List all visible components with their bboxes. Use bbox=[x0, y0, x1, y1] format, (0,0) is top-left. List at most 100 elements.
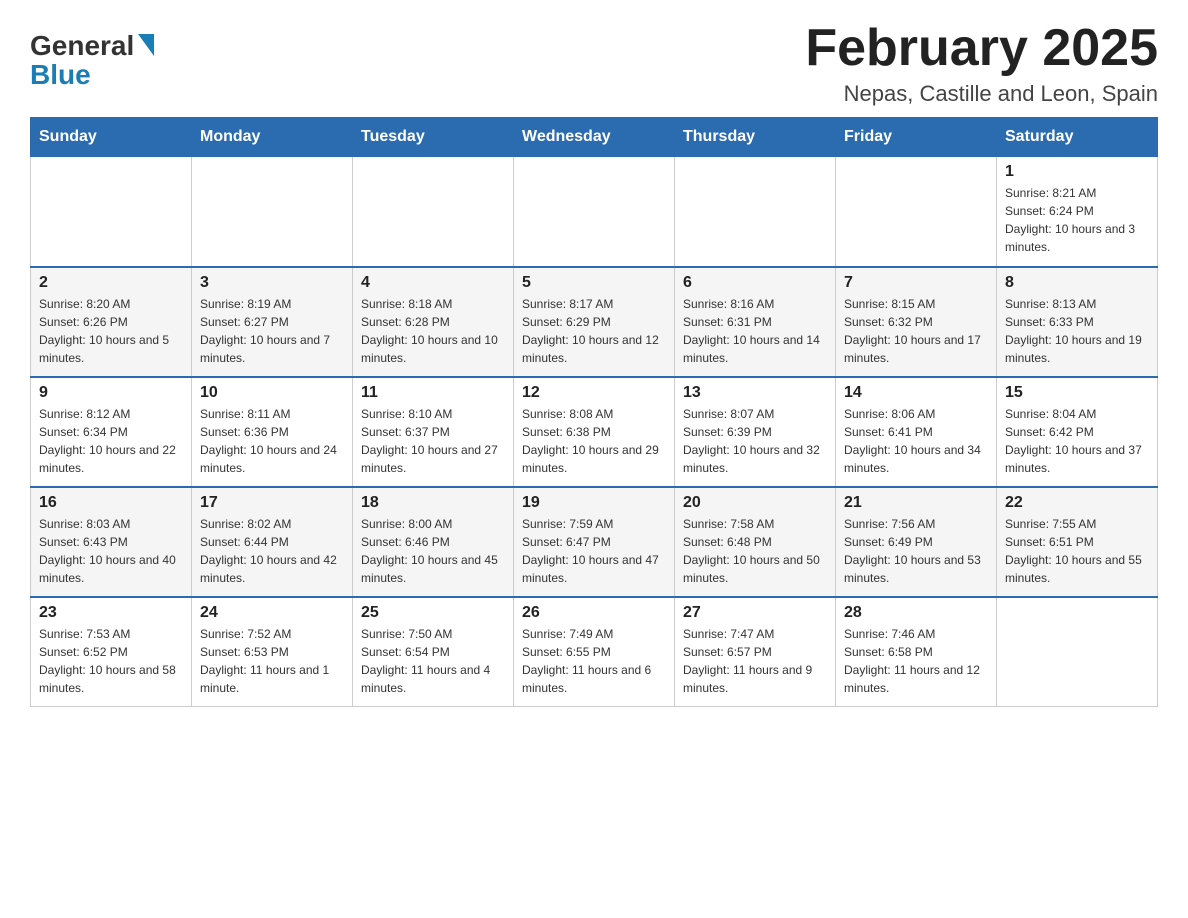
day-number: 18 bbox=[361, 494, 505, 512]
calendar-day-cell: 23 Sunrise: 7:53 AMSunset: 6:52 PMDayligh… bbox=[31, 597, 192, 707]
calendar-day-cell: 25 Sunrise: 7:50 AMSunset: 6:54 PMDayligh… bbox=[353, 597, 514, 707]
day-number: 22 bbox=[1005, 494, 1149, 512]
day-of-week-header: Monday bbox=[192, 118, 353, 157]
calendar-table: SundayMondayTuesdayWednesdayThursdayFrid… bbox=[30, 117, 1158, 707]
calendar-day-cell: 1 Sunrise: 8:21 AMSunset: 6:24 PMDaylight… bbox=[997, 157, 1158, 267]
calendar-week-row: 23 Sunrise: 7:53 AMSunset: 6:52 PMDayligh… bbox=[31, 597, 1158, 707]
calendar-day-cell: 22 Sunrise: 7:55 AMSunset: 6:51 PMDayligh… bbox=[997, 487, 1158, 597]
day-number: 1 bbox=[1005, 163, 1149, 181]
calendar-day-cell: 6 Sunrise: 8:16 AMSunset: 6:31 PMDaylight… bbox=[675, 267, 836, 377]
day-number: 21 bbox=[844, 494, 988, 512]
day-number: 25 bbox=[361, 604, 505, 622]
day-info: Sunrise: 7:56 AMSunset: 6:49 PMDaylight:… bbox=[844, 515, 988, 587]
day-info: Sunrise: 8:20 AMSunset: 6:26 PMDaylight:… bbox=[39, 295, 183, 367]
logo-blue-text: Blue bbox=[30, 61, 91, 89]
calendar-week-row: 9 Sunrise: 8:12 AMSunset: 6:34 PMDaylight… bbox=[31, 377, 1158, 487]
day-info: Sunrise: 8:06 AMSunset: 6:41 PMDaylight:… bbox=[844, 405, 988, 477]
calendar-day-cell: 13 Sunrise: 8:07 AMSunset: 6:39 PMDayligh… bbox=[675, 377, 836, 487]
calendar-day-cell: 19 Sunrise: 7:59 AMSunset: 6:47 PMDayligh… bbox=[514, 487, 675, 597]
calendar-day-cell: 28 Sunrise: 7:46 AMSunset: 6:58 PMDayligh… bbox=[836, 597, 997, 707]
title-section: February 2025 Nepas, Castille and Leon, … bbox=[805, 20, 1158, 107]
day-number: 9 bbox=[39, 384, 183, 402]
day-number: 24 bbox=[200, 604, 344, 622]
calendar-day-cell: 4 Sunrise: 8:18 AMSunset: 6:28 PMDaylight… bbox=[353, 267, 514, 377]
day-info: Sunrise: 8:12 AMSunset: 6:34 PMDaylight:… bbox=[39, 405, 183, 477]
day-info: Sunrise: 8:11 AMSunset: 6:36 PMDaylight:… bbox=[200, 405, 344, 477]
day-number: 15 bbox=[1005, 384, 1149, 402]
day-info: Sunrise: 8:13 AMSunset: 6:33 PMDaylight:… bbox=[1005, 295, 1149, 367]
calendar-header-row: SundayMondayTuesdayWednesdayThursdayFrid… bbox=[31, 118, 1158, 157]
calendar-day-cell: 20 Sunrise: 7:58 AMSunset: 6:48 PMDayligh… bbox=[675, 487, 836, 597]
day-number: 23 bbox=[39, 604, 183, 622]
day-info: Sunrise: 7:50 AMSunset: 6:54 PMDaylight:… bbox=[361, 625, 505, 697]
calendar-day-cell: 16 Sunrise: 8:03 AMSunset: 6:43 PMDayligh… bbox=[31, 487, 192, 597]
day-number: 8 bbox=[1005, 274, 1149, 292]
day-number: 4 bbox=[361, 274, 505, 292]
calendar-day-cell bbox=[353, 157, 514, 267]
calendar-week-row: 2 Sunrise: 8:20 AMSunset: 6:26 PMDaylight… bbox=[31, 267, 1158, 377]
day-number: 19 bbox=[522, 494, 666, 512]
calendar-day-cell bbox=[836, 157, 997, 267]
day-info: Sunrise: 8:10 AMSunset: 6:37 PMDaylight:… bbox=[361, 405, 505, 477]
calendar-day-cell bbox=[675, 157, 836, 267]
day-number: 11 bbox=[361, 384, 505, 402]
calendar-day-cell: 18Sunrise: 8:00 AMSunset: 6:46 PMDayligh… bbox=[353, 487, 514, 597]
calendar-day-cell bbox=[997, 597, 1158, 707]
day-of-week-header: Sunday bbox=[31, 118, 192, 157]
day-info: Sunrise: 8:04 AMSunset: 6:42 PMDaylight:… bbox=[1005, 405, 1149, 477]
day-info: Sunrise: 8:15 AMSunset: 6:32 PMDaylight:… bbox=[844, 295, 988, 367]
day-number: 7 bbox=[844, 274, 988, 292]
day-number: 5 bbox=[522, 274, 666, 292]
day-number: 12 bbox=[522, 384, 666, 402]
day-of-week-header: Wednesday bbox=[514, 118, 675, 157]
day-number: 28 bbox=[844, 604, 988, 622]
day-info: Sunrise: 7:52 AMSunset: 6:53 PMDaylight:… bbox=[200, 625, 344, 697]
day-number: 10 bbox=[200, 384, 344, 402]
logo-triangle-icon bbox=[138, 34, 154, 56]
day-info: Sunrise: 7:59 AMSunset: 6:47 PMDaylight:… bbox=[522, 515, 666, 587]
day-number: 14 bbox=[844, 384, 988, 402]
calendar-day-cell: 15 Sunrise: 8:04 AMSunset: 6:42 PMDayligh… bbox=[997, 377, 1158, 487]
day-of-week-header: Tuesday bbox=[353, 118, 514, 157]
day-number: 3 bbox=[200, 274, 344, 292]
calendar-day-cell: 17Sunrise: 8:02 AMSunset: 6:44 PMDayligh… bbox=[192, 487, 353, 597]
day-info: Sunrise: 7:53 AMSunset: 6:52 PMDaylight:… bbox=[39, 625, 183, 697]
calendar-day-cell bbox=[31, 157, 192, 267]
day-info: Sunrise: 8:18 AMSunset: 6:28 PMDaylight:… bbox=[361, 295, 505, 367]
day-info: Sunrise: 8:17 AMSunset: 6:29 PMDaylight:… bbox=[522, 295, 666, 367]
day-info: Sunrise: 8:07 AMSunset: 6:39 PMDaylight:… bbox=[683, 405, 827, 477]
day-info: Sunrise: 8:02 AMSunset: 6:44 PMDaylight:… bbox=[200, 515, 344, 587]
calendar-day-cell: 7 Sunrise: 8:15 AMSunset: 6:32 PMDaylight… bbox=[836, 267, 997, 377]
calendar-day-cell: 24 Sunrise: 7:52 AMSunset: 6:53 PMDayligh… bbox=[192, 597, 353, 707]
calendar-day-cell bbox=[192, 157, 353, 267]
day-of-week-header: Friday bbox=[836, 118, 997, 157]
day-info: Sunrise: 7:49 AMSunset: 6:55 PMDaylight:… bbox=[522, 625, 666, 697]
calendar-day-cell: 27Sunrise: 7:47 AMSunset: 6:57 PMDayligh… bbox=[675, 597, 836, 707]
day-number: 26 bbox=[522, 604, 666, 622]
logo: General Blue bbox=[30, 30, 154, 89]
day-info: Sunrise: 8:16 AMSunset: 6:31 PMDaylight:… bbox=[683, 295, 827, 367]
calendar-day-cell: 21 Sunrise: 7:56 AMSunset: 6:49 PMDayligh… bbox=[836, 487, 997, 597]
month-title: February 2025 bbox=[805, 20, 1158, 77]
day-of-week-header: Thursday bbox=[675, 118, 836, 157]
day-number: 20 bbox=[683, 494, 827, 512]
calendar-day-cell bbox=[514, 157, 675, 267]
day-info: Sunrise: 7:58 AMSunset: 6:48 PMDaylight:… bbox=[683, 515, 827, 587]
logo-general-text: General bbox=[30, 32, 134, 60]
day-info: Sunrise: 7:55 AMSunset: 6:51 PMDaylight:… bbox=[1005, 515, 1149, 587]
calendar-week-row: 16 Sunrise: 8:03 AMSunset: 6:43 PMDayligh… bbox=[31, 487, 1158, 597]
day-number: 2 bbox=[39, 274, 183, 292]
calendar-day-cell: 3Sunrise: 8:19 AMSunset: 6:27 PMDaylight… bbox=[192, 267, 353, 377]
day-info: Sunrise: 8:03 AMSunset: 6:43 PMDaylight:… bbox=[39, 515, 183, 587]
calendar-day-cell: 11 Sunrise: 8:10 AMSunset: 6:37 PMDayligh… bbox=[353, 377, 514, 487]
calendar-day-cell: 10 Sunrise: 8:11 AMSunset: 6:36 PMDayligh… bbox=[192, 377, 353, 487]
day-number: 13 bbox=[683, 384, 827, 402]
calendar-day-cell: 12Sunrise: 8:08 AMSunset: 6:38 PMDayligh… bbox=[514, 377, 675, 487]
day-number: 6 bbox=[683, 274, 827, 292]
day-number: 16 bbox=[39, 494, 183, 512]
calendar-day-cell: 26 Sunrise: 7:49 AMSunset: 6:55 PMDayligh… bbox=[514, 597, 675, 707]
day-info: Sunrise: 8:21 AMSunset: 6:24 PMDaylight:… bbox=[1005, 184, 1149, 256]
calendar-week-row: 1 Sunrise: 8:21 AMSunset: 6:24 PMDaylight… bbox=[31, 157, 1158, 267]
day-of-week-header: Saturday bbox=[997, 118, 1158, 157]
day-info: Sunrise: 7:46 AMSunset: 6:58 PMDaylight:… bbox=[844, 625, 988, 697]
